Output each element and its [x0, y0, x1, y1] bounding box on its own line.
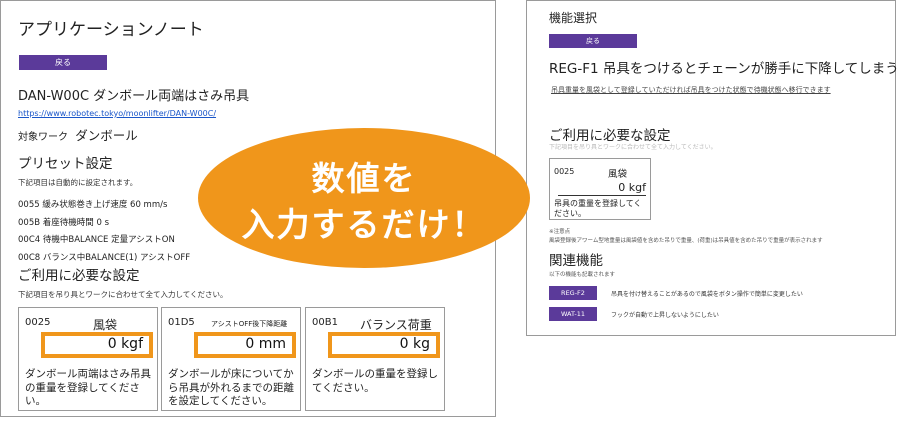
card-description: ダンボールの重量を登録してください。: [312, 368, 438, 394]
note-text: 風袋登録後アワーム型地重量は風袋値を含めた吊りで重量、(荷重)は吊具値を含めた吊…: [549, 238, 823, 244]
preset-item: 0055 緩み状態巻き上げ速度 60 mm/s: [18, 200, 168, 210]
required-note: 下記項目を吊り具とワークに合わせて全て入力してください。: [549, 144, 717, 151]
callout-line-1: 数値を: [311, 159, 417, 198]
setting-card-0025: 0025 風袋 0 kgf 吊具の重量を登録してください。: [549, 158, 651, 220]
card-code: 0025: [25, 317, 51, 328]
related-section-title: 関連機能: [549, 253, 603, 269]
function-title: 機能選択: [549, 11, 598, 25]
work-label: 対象ワーク ダンボール: [18, 125, 138, 144]
card-description: 吊具の重量を登録してください。: [554, 199, 642, 218]
related-button-reg-f2[interactable]: REG-F2: [549, 286, 597, 300]
card-description: ダンボールが床についてから吊具が外れるまでの距離を設定してください。: [168, 368, 294, 407]
card-name: アシストOFF後下降距離: [211, 320, 288, 328]
preset-item: 005B 着座待機時間 0 s: [18, 217, 109, 228]
required-section-title: ご利用に必要な設定: [549, 128, 671, 144]
work-label-text: 対象ワーク: [18, 132, 68, 143]
product-heading: DAN-W00C ダンボール両端はさみ吊具: [18, 89, 250, 104]
setting-card-00b1: 00B1 バランス荷重 0 kg ダンボールの重量を登録してください。: [305, 307, 445, 411]
setting-card-0025: 0025 風袋 0 kgf ダンボール両端はさみ吊具の重量を登録してください。: [18, 307, 158, 411]
related-text: 吊具を付け替えることがあるので風袋をボタン操作で簡単に変更したい: [611, 291, 803, 298]
card-name: バランス荷重: [360, 318, 432, 332]
card-code: 0025: [554, 167, 575, 176]
note-label: ※注意点: [549, 229, 571, 235]
page-title: アプリケーションノート: [18, 20, 204, 40]
related-button-wat-11[interactable]: WAT-11: [549, 307, 597, 321]
related-note: 以下の機能も記載されます: [549, 272, 616, 278]
preset-item: 00C4 待機中BALANCE 定量アシストON: [18, 235, 175, 245]
card-description: ダンボール両端はさみ吊具の重量を登録してください。: [25, 368, 151, 407]
required-note: 下記項目を吊り具とワークに合わせて全て入力してください。: [18, 290, 228, 299]
work-value: ダンボール: [75, 128, 138, 143]
back-button[interactable]: 戻る: [549, 34, 637, 48]
right-function-panel: 機能選択 戻る REG-F1 吊具をつけるとチェーンが勝手に下降してしまう 吊具…: [526, 0, 899, 336]
related-text: フックが自動で上昇しないようにしたい: [611, 312, 719, 319]
setting-card-01d5: 01D5 アシストOFF後下降距離 0 mm ダンボールが床についてから吊具が外…: [161, 307, 301, 411]
preset-section-title: プリセット設定: [18, 156, 113, 172]
value-input[interactable]: 0 mm: [194, 332, 296, 358]
function-heading: REG-F1 吊具をつけるとチェーンが勝手に下降してしまう: [549, 61, 899, 77]
function-link[interactable]: 吊具重量を風袋として登録していただければ吊具をつけた状態で待機状態へ移行できます: [551, 85, 831, 95]
value-input[interactable]: 0 kg: [328, 332, 440, 358]
value-input[interactable]: 0 kgf: [558, 181, 646, 196]
card-code: 01D5: [168, 317, 195, 328]
card-name: 風袋: [93, 318, 118, 332]
back-button[interactable]: 戻る: [19, 55, 107, 70]
preset-note: 下記項目は自動的に設定されます。: [18, 178, 138, 187]
value-input[interactable]: 0 kgf: [41, 332, 153, 358]
callout-line-2: 入力するだけ！: [241, 205, 487, 244]
preset-list: 0055 緩み状態巻き上げ速度 60 mm/s 005B 着座待機時間 0 s …: [18, 197, 190, 267]
card-code: 00B1: [312, 317, 338, 328]
card-name: 風袋: [608, 169, 628, 180]
product-url-link[interactable]: https://www.robotec.tokyo/moonlifter/DAN…: [18, 109, 216, 118]
required-section-title: ご利用に必要な設定: [18, 268, 140, 284]
